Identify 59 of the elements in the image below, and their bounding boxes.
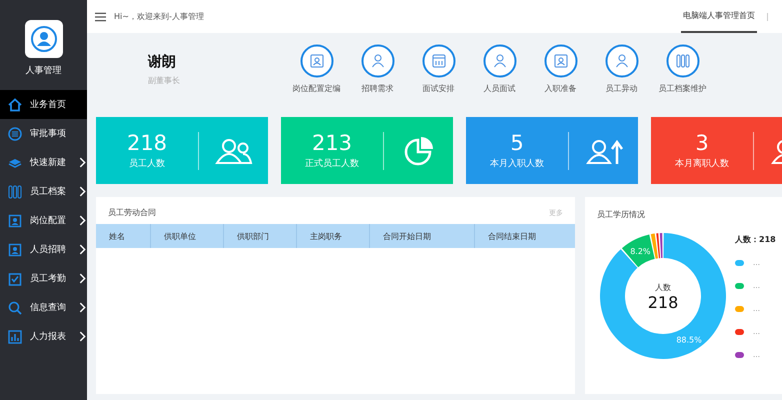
panel-title: 员工学历情况 [597,209,646,220]
sidebar-item[interactable]: 员工考勤 [0,264,87,293]
id-card-circle-icon[interactable] [300,44,334,78]
shortcut-label[interactable]: 面试安排 [422,83,454,94]
column-header: 合同开始日期 [370,224,475,248]
person-circle-icon[interactable] [604,44,638,78]
sidebar-item[interactable]: 审批事项 [0,119,87,148]
stat-label: 员工人数 [129,158,165,170]
stat-value: 5 [510,131,524,155]
search-icon [8,300,22,314]
stat-value: 218 [126,131,168,155]
app-title: 人事管理 [26,64,62,77]
slice-label: 8.2% [630,246,651,256]
calendar-circle-icon[interactable] [422,44,456,78]
sidebar-item[interactable]: 岗位配置 [0,206,87,235]
column-header: 主岗职务 [297,224,370,248]
shortcut-label[interactable]: 员工异动 [606,83,638,94]
home-icon [8,98,22,112]
sidebar-item[interactable]: 快速新建 [0,148,87,177]
sidebar-item[interactable]: 员工档案 [0,177,87,206]
sidebar-item[interactable]: 人力报表 [0,322,87,351]
column-header: 供职单位 [151,224,224,248]
sidebar-item[interactable]: 信息查询 [0,293,87,322]
sidebar-item[interactable]: 人员招聘 [0,235,87,264]
panel-title: 员工劳动合同 [107,207,156,218]
shortcut-label[interactable]: 入职准备 [544,83,576,94]
id-card-circle-icon[interactable] [544,44,578,78]
sidebar-item[interactable]: 业务首页 [0,90,87,119]
user-name: 谢朗 [148,52,177,70]
menu-icon[interactable] [95,12,106,22]
legend-title: 人数：218 [735,234,776,245]
person-circle-icon[interactable] [482,44,516,78]
stat-label: 本月入职人数 [490,158,544,170]
id-card-icon [8,242,22,256]
logo-icon [24,20,62,58]
shortcut-label[interactable]: 人员面试 [484,83,516,94]
stat-label: 本月离职人数 [675,158,729,170]
shortcut-label[interactable]: 岗位配置定编 [292,83,340,94]
columns-icon [8,184,22,198]
user-title: 副董事长 [148,74,181,86]
column-header: 姓名 [96,224,151,248]
slice-label: 88.5% [676,335,702,344]
stat-label: 正式员工人数 [305,158,359,170]
shortcut-label[interactable]: 招聘需求 [362,83,394,94]
stat-value: 3 [695,131,709,155]
center-value: 218 [648,293,678,312]
shortcut-label[interactable]: 员工档案维护 [658,83,706,94]
person-circle-icon[interactable] [360,44,394,78]
id-card-icon [8,214,22,228]
columns-circle-icon[interactable] [666,44,700,78]
checkbox-icon [8,272,22,286]
list-icon [8,126,22,140]
bar-chart-icon [8,330,22,344]
welcome-text: Hi~，欢迎来到-人事管理 [114,11,204,22]
stat-value: 213 [312,131,352,155]
center-label: 人数 [655,283,671,292]
page-tab[interactable]: 电脑端人事管理首页 [681,0,757,33]
column-header: 供职部门 [224,224,297,248]
column-header: 合同结束日期 [487,230,537,242]
